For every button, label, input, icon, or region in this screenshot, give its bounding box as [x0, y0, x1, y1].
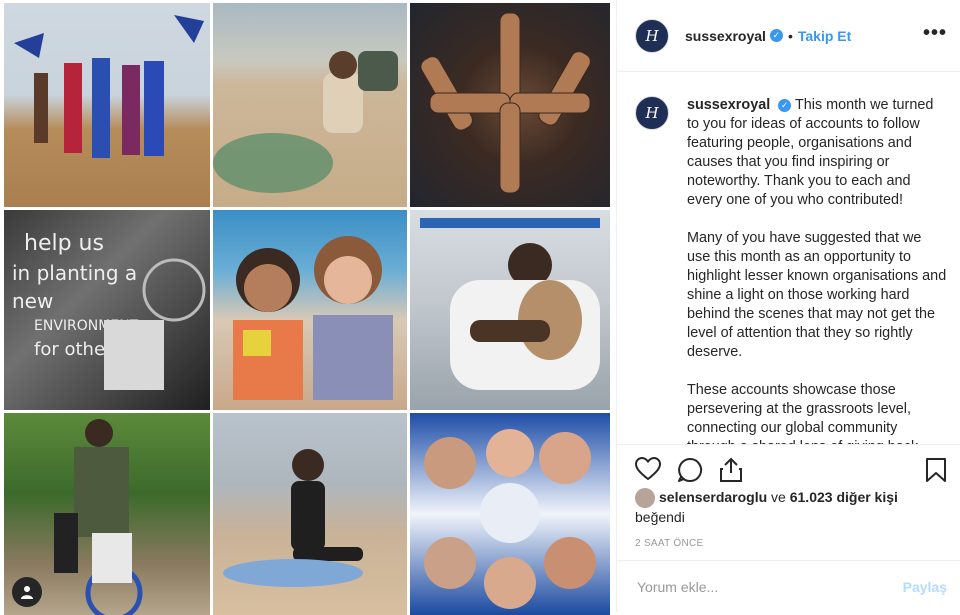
svg-text:new: new	[12, 289, 53, 313]
svg-text:help us: help us	[24, 231, 104, 256]
grid-photo-group-selfie	[410, 413, 610, 615]
caption-text: sussexroyal ✓ This month we turned to yo…	[687, 96, 947, 444]
caption-paragraph-2: Many of you have suggested that we use t…	[687, 230, 947, 360]
liker-username[interactable]: selenserdaroglu	[659, 489, 767, 505]
dancers-illustration	[14, 15, 204, 158]
stacked-hands-illustration	[420, 12, 591, 194]
children-illustration	[233, 236, 393, 400]
profile-avatar[interactable]: H	[635, 18, 669, 53]
caption-username[interactable]: sussexroyal	[687, 97, 770, 113]
liker-avatar[interactable]	[635, 488, 655, 509]
beach-cleanup-illustration	[213, 51, 398, 193]
separator-dot: •	[787, 27, 793, 44]
post-comment-button[interactable]: Paylaş	[903, 579, 947, 595]
photo-grid: help us in planting a new ENVIRONMENT fo…	[0, 0, 616, 615]
mural-illustration: help us in planting a new ENVIRONMENT fo…	[12, 231, 206, 390]
verified-icon: ✓	[769, 29, 783, 42]
grid-photo-surfer	[213, 413, 407, 615]
follow-button[interactable]: Takip Et	[798, 28, 851, 44]
grid-photo-man-dog	[410, 210, 610, 410]
more-icon[interactable]: •••	[923, 22, 947, 45]
caption-paragraph-3: These accounts showcase those perseverin…	[687, 382, 922, 444]
post-timestamp[interactable]: 2 SAAT ÖNCE	[635, 538, 704, 549]
post-header: H sussexroyal ✓ • Takip Et •••	[617, 0, 960, 72]
surfer-illustration	[223, 449, 363, 587]
grid-photo-stacked-hands	[410, 3, 610, 207]
grid-photo-children	[213, 210, 407, 410]
svg-text:in planting a: in planting a	[12, 261, 137, 285]
likes-count[interactable]: 61.023 diğer kişi	[790, 489, 898, 505]
grid-photo-mural: help us in planting a new ENVIRONMENT fo…	[4, 210, 210, 410]
likes-connector: ve	[771, 489, 786, 505]
group-selfie-illustration	[424, 429, 596, 609]
instagram-post-view: help us in planting a new ENVIRONMENT fo…	[0, 0, 960, 615]
bookmark-icon[interactable]	[925, 457, 947, 483]
comment-icon[interactable]	[677, 457, 703, 483]
post-side-panel: H sussexroyal ✓ • Takip Et ••• H sussexr…	[616, 0, 960, 612]
man-dog-illustration	[420, 218, 600, 390]
caption-area[interactable]: H sussexroyal ✓ This month we turned to …	[617, 72, 960, 444]
caption-paragraph-1: This month we turned to you for ideas of…	[687, 97, 934, 208]
share-icon[interactable]	[719, 457, 743, 483]
user-tag-icon[interactable]	[12, 577, 42, 607]
caption-avatar[interactable]: H	[635, 96, 669, 130]
grid-photo-wheelchair	[4, 413, 210, 615]
header-username[interactable]: sussexroyal	[685, 28, 766, 44]
verified-icon: ✓	[778, 98, 792, 112]
heart-icon[interactable]	[635, 457, 661, 481]
grid-photo-beach-cleanup	[213, 3, 407, 207]
grid-photo-dancers	[4, 3, 210, 207]
comment-input[interactable]	[635, 577, 903, 596]
caption-paragraph: sussexroyal ✓ This month we turned to yo…	[687, 96, 947, 210]
likes-suffix: beğendi	[635, 509, 685, 526]
likes-line: selenserdaroglu ve 61.023 diğer kişi beğ…	[635, 488, 955, 527]
comment-bar: Paylaş	[617, 560, 960, 612]
